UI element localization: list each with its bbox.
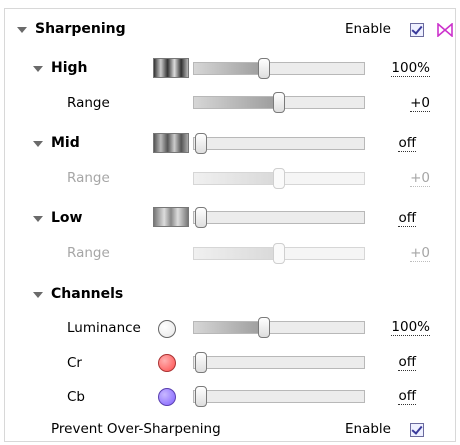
luminance-slider[interactable] — [193, 321, 365, 334]
high-range-value[interactable]: +0 — [370, 95, 430, 112]
prevent-enable-checkbox[interactable] — [410, 423, 424, 437]
mid-amount-slider[interactable] — [193, 137, 365, 150]
luminance-swatch-icon — [158, 320, 176, 338]
mid-range-fill — [194, 173, 280, 184]
section-title-mid: Mid — [51, 135, 80, 151]
section-title-low: Low — [51, 210, 83, 226]
channel-label-cr: Cr — [67, 355, 82, 371]
cb-swatch-icon — [158, 388, 176, 406]
cb-thumb[interactable] — [195, 386, 207, 407]
collapse-triangle-icon[interactable] — [17, 27, 27, 33]
cr-swatch-icon — [158, 354, 176, 372]
sharpening-panel: Sharpening Enable High 100% Range +0 Mid… — [0, 0, 460, 445]
prevent-enable-label: Enable — [345, 421, 391, 437]
low-frequency-icon — [153, 207, 189, 227]
channel-label-cb: Cb — [67, 389, 85, 405]
low-range-label: Range — [67, 245, 110, 261]
mid-amount-value[interactable]: off — [356, 135, 416, 152]
mid-range-label: Range — [67, 170, 110, 186]
sharpening-enable-checkbox[interactable] — [410, 23, 424, 37]
low-amount-thumb[interactable] — [195, 207, 207, 228]
low-range-thumb[interactable] — [273, 243, 285, 264]
mid-range-thumb[interactable] — [273, 168, 285, 189]
cr-slider[interactable] — [193, 356, 365, 369]
prevent-over-sharpening-label: Prevent Over-Sharpening — [51, 421, 221, 437]
section-title-channels: Channels — [51, 286, 124, 302]
high-frequency-icon — [153, 58, 189, 78]
low-amount-slider[interactable] — [193, 211, 365, 224]
luminance-fill — [194, 322, 266, 333]
collapse-triangle-icon[interactable] — [33, 66, 43, 72]
section-title-high: High — [51, 60, 88, 76]
low-range-fill — [194, 248, 280, 259]
cr-value[interactable]: off — [356, 354, 416, 371]
mid-amount-thumb[interactable] — [195, 133, 207, 154]
high-amount-value[interactable]: 100% — [370, 60, 430, 77]
low-amount-value[interactable]: off — [356, 210, 416, 227]
luminance-thumb[interactable] — [258, 317, 270, 338]
high-amount-slider[interactable] — [193, 62, 365, 75]
cb-value[interactable]: off — [356, 388, 416, 405]
mid-range-value[interactable]: +0 — [370, 170, 430, 187]
low-range-value[interactable]: +0 — [370, 245, 430, 262]
cb-slider[interactable] — [193, 390, 365, 403]
high-range-thumb[interactable] — [273, 92, 285, 113]
collapse-triangle-icon[interactable] — [33, 141, 43, 147]
bowtie-icon[interactable] — [437, 23, 453, 37]
collapse-triangle-icon[interactable] — [33, 292, 43, 298]
high-amount-thumb[interactable] — [258, 58, 270, 79]
mid-frequency-icon — [153, 133, 189, 153]
luminance-value[interactable]: 100% — [370, 319, 430, 336]
channel-label-luminance: Luminance — [67, 320, 141, 336]
high-range-fill — [194, 97, 280, 108]
high-range-label: Range — [67, 95, 110, 111]
section-title-sharpening: Sharpening — [35, 21, 126, 37]
collapse-triangle-icon[interactable] — [33, 216, 43, 222]
high-amount-fill — [194, 63, 266, 74]
sharpening-enable-label: Enable — [345, 21, 391, 37]
cr-thumb[interactable] — [195, 352, 207, 373]
